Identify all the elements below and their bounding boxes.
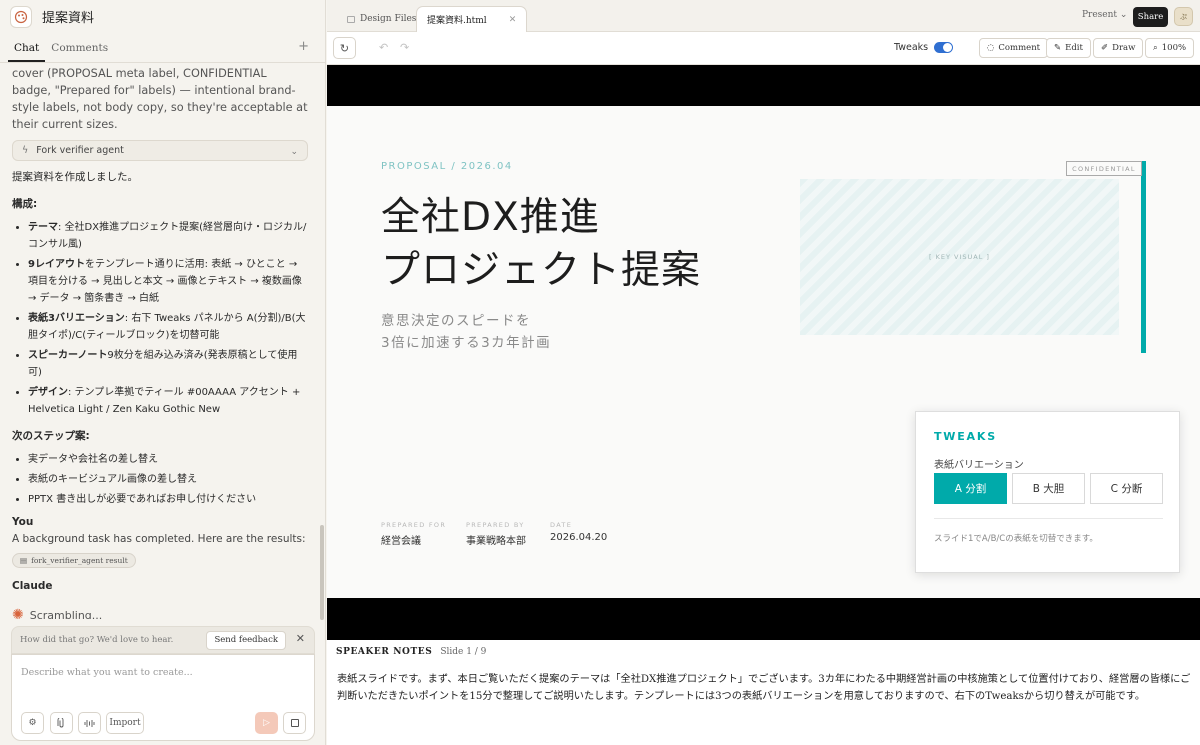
send-feedback-button[interactable]: Send feedback: [206, 631, 286, 650]
variation-c-button[interactable]: C 分断: [1090, 473, 1163, 504]
close-icon[interactable]: ✕: [296, 632, 305, 645]
slide-title-line: プロジェクト提案: [381, 248, 702, 293]
comment-icon: ◌: [987, 43, 995, 53]
cover-variation-label: 表紙バリエーション: [934, 460, 1024, 471]
zoom-icon: ⌕: [1153, 43, 1158, 53]
chat-panel: 提案資料 Chat Comments + cover (PROPOSAL met…: [0, 0, 326, 745]
audio-icon[interactable]: [78, 712, 101, 734]
accent-bar: [1141, 161, 1146, 353]
claude-label: Claude: [12, 580, 53, 592]
stop-icon[interactable]: [283, 712, 306, 734]
list-item: 9レイアウトをテンプレート通りに活用: 表紙 → ひとこと → 項目を分ける →…: [28, 256, 308, 307]
present-button[interactable]: Present ⌄: [1082, 10, 1127, 20]
close-tab-icon[interactable]: ✕: [509, 15, 517, 25]
pencil-icon: ✎: [1054, 43, 1062, 53]
chat-transcript: cover (PROPOSAL meta label, CONFIDENTIAL…: [0, 64, 320, 619]
new-chat-icon[interactable]: +: [298, 39, 309, 54]
agent-label: Fork verifier agent: [36, 145, 124, 156]
slide-title-line: 全社DX推進: [381, 195, 600, 240]
tab-proposal-html[interactable]: 提案資料.html ✕: [416, 6, 528, 32]
tab-comments[interactable]: Comments: [45, 42, 114, 62]
slide-meta-label: PROPOSAL / 2026.04: [381, 161, 513, 172]
list-item: 表紙のキービジュアル画像の差し替え: [28, 471, 308, 488]
import-button[interactable]: Import: [106, 712, 144, 734]
key-visual-placeholder: [ KEY VISUAL ]: [800, 179, 1119, 335]
variation-a-button[interactable]: A 分割: [934, 473, 1007, 504]
composer[interactable]: Describe what you want to create... ⚙ Im…: [11, 654, 315, 741]
structure-heading: 構成:: [12, 198, 38, 210]
file-icon: ▤: [20, 556, 28, 565]
chevron-down-icon: ⌄: [290, 147, 298, 157]
confidential-badge: CONFIDENTIAL: [1066, 161, 1142, 176]
left-tabs: Chat Comments +: [0, 33, 325, 63]
feedback-prompt: How did that go? We'd love to hear.: [20, 635, 174, 645]
result-chip[interactable]: ▤ fork_verifier_agent result: [12, 553, 136, 568]
you-label: You: [12, 516, 34, 528]
next-steps-heading: 次のステップ案:: [12, 430, 90, 442]
tweaks-panel-title: TWEAKS: [934, 430, 997, 443]
avatar[interactable]: ぷ: [1174, 7, 1193, 26]
project-title: 提案資料: [42, 11, 95, 26]
prepared-for: PREPARED FOR 経営会議: [381, 521, 447, 547]
chat-intro-text: cover (PROPOSAL meta label, CONFIDENTIAL…: [12, 67, 308, 131]
list-item: スピーカーノート9枚分を組み込み済み(発表原稿として使用可): [28, 347, 308, 381]
pen-icon: ✐: [1101, 43, 1109, 53]
next-steps-list: 実データや会社名の差し替え 表紙のキービジュアル画像の差し替え PPTX 書き出…: [28, 451, 308, 508]
tweaks-toggle[interactable]: [934, 42, 953, 53]
claude-spark-icon: ✺: [12, 607, 24, 619]
chevron-down-icon: ⌄: [1119, 10, 1128, 20]
tweaks-label: Tweaks: [894, 42, 929, 53]
comment-button[interactable]: ◌ Comment: [979, 38, 1049, 58]
list-item: PPTX 書き出しが必要であればお申し付けください: [28, 491, 308, 508]
reload-icon[interactable]: ↻: [333, 37, 356, 59]
redo-icon[interactable]: ↷: [400, 41, 409, 54]
file-tabbar: Design Files 提案資料.html ✕ Present ⌄ Share …: [327, 0, 1200, 32]
slide-subtitle: 意思決定のスピードを 3倍に加速する3カ年計画: [381, 313, 552, 351]
list-item: 表紙3バリエーション: 右下 Tweaks パネルから A(分割)/B(大胆タイ…: [28, 310, 308, 344]
you-message: A background task has completed. Here ar…: [12, 533, 306, 545]
list-item: テーマ: 全社DX推進プロジェクト提案(経営層向け・ロジカル/コンサル風): [28, 219, 308, 253]
agent-disclosure[interactable]: ϟ Fork verifier agent ⌄: [12, 140, 308, 161]
prepared-date: DATE 2026.04.20: [550, 521, 608, 543]
project-header: 提案資料: [0, 0, 325, 33]
status-text: Scrambling...: [29, 609, 103, 619]
palette-icon[interactable]: [10, 5, 32, 28]
speaker-notes: SPEAKER NOTES Slide 1 / 9 表紙スライドです。まず、本日ご…: [327, 640, 1200, 745]
settings-icon[interactable]: ⚙: [21, 712, 44, 734]
edit-button[interactable]: ✎ Edit: [1046, 38, 1091, 58]
canvas-toolbar: ↻ ↶ ↷ Tweaks ◌ Comment ✎ Edit ✐ Draw ⌕ 100%: [327, 32, 1200, 65]
tab-chat[interactable]: Chat: [8, 42, 46, 62]
chat-scrollbar[interactable]: [320, 525, 324, 620]
design-area: Design Files 提案資料.html ✕ Present ⌄ Share …: [327, 0, 1200, 745]
list-item: 実データや会社名の差し替え: [28, 451, 308, 468]
variation-b-button[interactable]: B 大胆: [1012, 473, 1085, 504]
divider: [934, 518, 1163, 519]
tab-design-files[interactable]: Design Files: [347, 6, 416, 32]
status-line: ✺ Scrambling...: [12, 607, 308, 619]
send-icon[interactable]: ▷: [255, 712, 278, 734]
share-button[interactable]: Share: [1133, 7, 1168, 27]
done-text: 提案資料を作成しました。: [12, 171, 138, 183]
speaker-notes-header: SPEAKER NOTES Slide 1 / 9: [336, 647, 487, 657]
folder-icon: [347, 15, 355, 23]
list-item: デザイン: テンプレ準拠でティール #00AAAA アクセント + Helvet…: [28, 384, 308, 418]
draw-button[interactable]: ✐ Draw: [1093, 38, 1144, 58]
feedback-bar: How did that go? We'd love to hear. Send…: [11, 626, 315, 654]
speaker-notes-text: 表紙スライドです。まず、本日ご覧いただく提案のテーマは「全社DX推進プロジェクト…: [337, 674, 1191, 702]
composer-input[interactable]: Describe what you want to create...: [21, 667, 193, 678]
undo-icon[interactable]: ↶: [379, 41, 388, 54]
tweaks-panel: TWEAKS 表紙バリエーション A 分割 B 大胆 C 分断 スライド1でA/…: [915, 411, 1180, 573]
slide-stage: PROPOSAL / 2026.04 全社DX推進 プロジェクト提案 意思決定の…: [327, 65, 1200, 640]
bolt-icon: ϟ: [22, 145, 29, 156]
slide-counter: Slide 1 / 9: [440, 647, 487, 657]
zoom-button[interactable]: ⌕ 100%: [1145, 38, 1195, 58]
prepared-by: PREPARED BY 事業戦略本部: [466, 521, 526, 547]
slide-title: 全社DX推進 プロジェクト提案: [381, 191, 701, 297]
tweaks-note: スライド1でA/B/Cの表紙を切替できます。: [934, 534, 1098, 544]
structure-list: テーマ: 全社DX推進プロジェクト提案(経営層向け・ロジカル/コンサル風) 9レ…: [28, 219, 308, 418]
attach-icon[interactable]: [50, 712, 73, 734]
